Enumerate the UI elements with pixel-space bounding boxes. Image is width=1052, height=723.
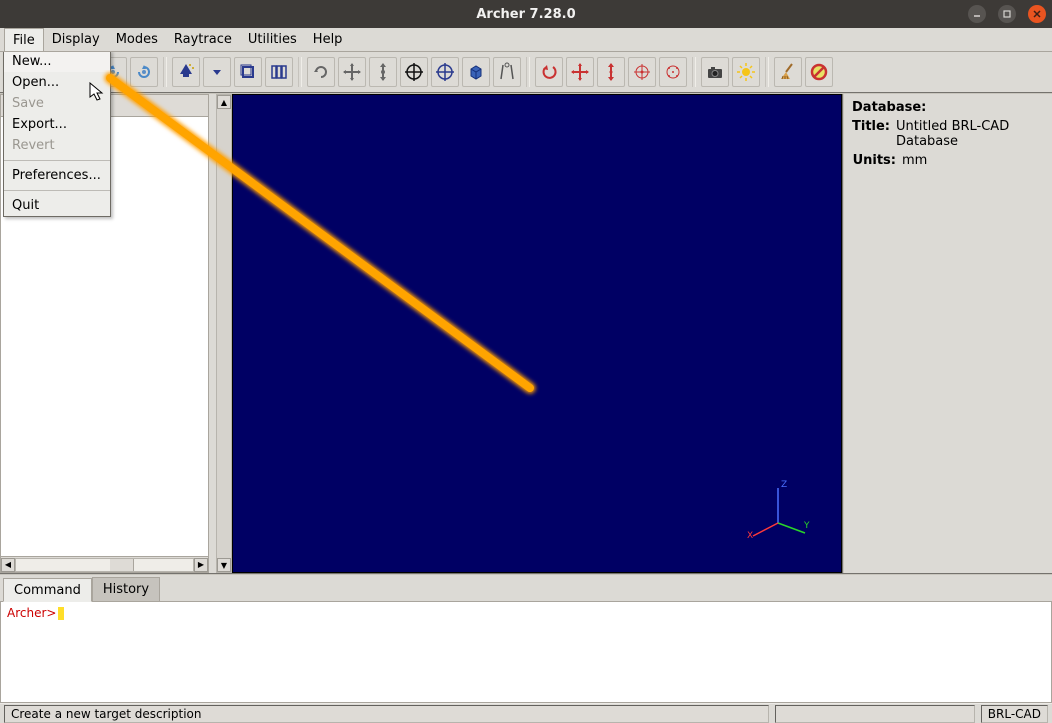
- file-menu-save: Save: [4, 93, 110, 114]
- toolbar-wizard-dropdown[interactable]: [203, 57, 231, 87]
- menu-modes[interactable]: Modes: [108, 28, 166, 51]
- axis-gizmo-icon: Z Y X: [743, 478, 813, 548]
- console-output[interactable]: Archer>: [0, 601, 1052, 703]
- toolbar-separator: [163, 57, 167, 87]
- menu-help[interactable]: Help: [305, 28, 351, 51]
- splitter-vertical[interactable]: [209, 94, 216, 573]
- toolbar-target-points-button[interactable]: [659, 57, 687, 87]
- toolbar-calipers-button[interactable]: [493, 57, 521, 87]
- scroll-thumb[interactable]: [110, 559, 134, 571]
- file-menu-dropdown: New... Open... Save Export... Revert Pre…: [3, 50, 111, 217]
- toolbar-bbox-button[interactable]: [234, 57, 262, 87]
- status-mid: [775, 705, 975, 723]
- console-cursor-icon: [58, 607, 64, 620]
- toolbar-scale-button[interactable]: [369, 57, 397, 87]
- tab-history[interactable]: History: [92, 577, 160, 601]
- status-bar: Create a new target description BRL-CAD: [0, 703, 1052, 723]
- toolbar-sun-button[interactable]: [732, 57, 760, 87]
- database-heading: Database:: [852, 100, 1044, 115]
- titlebar: Archer 7.28.0: [0, 0, 1052, 28]
- window-minimize-button[interactable]: [968, 5, 986, 23]
- toolbar-prohibit-button[interactable]: [805, 57, 833, 87]
- toolbar-ruler-button[interactable]: [265, 57, 293, 87]
- toolbar-cube-button[interactable]: [462, 57, 490, 87]
- menu-display[interactable]: Display: [44, 28, 108, 51]
- console-tabstrip: Command History: [0, 575, 1052, 601]
- file-menu-open[interactable]: Open...: [4, 72, 110, 93]
- menu-raytrace[interactable]: Raytrace: [166, 28, 240, 51]
- axis-z-label: Z: [781, 480, 787, 490]
- toolbar-move-axis-button[interactable]: [597, 57, 625, 87]
- properties-panel: Database: Title: Untitled BRL-CAD Databa…: [842, 94, 1052, 573]
- file-menu-quit[interactable]: Quit: [4, 195, 110, 216]
- file-menu-export[interactable]: Export...: [4, 114, 110, 135]
- toolbar: [0, 52, 1052, 94]
- tab-command[interactable]: Command: [3, 578, 92, 602]
- toolbar-crosshair-front-button[interactable]: [431, 57, 459, 87]
- scroll-left-icon[interactable]: ◀: [1, 558, 15, 572]
- db-title-label: Title:: [852, 119, 890, 149]
- toolbar-move-target-button[interactable]: [628, 57, 656, 87]
- file-menu-preferences[interactable]: Preferences...: [4, 165, 110, 186]
- toolbar-rotate-cw-obj-button[interactable]: [130, 57, 158, 87]
- toolbar-crosshair-button[interactable]: [400, 57, 428, 87]
- file-menu-revert: Revert: [4, 135, 110, 156]
- toolbar-broom-button[interactable]: [774, 57, 802, 87]
- tree-hscrollbar[interactable]: ◀ ▶: [1, 556, 208, 572]
- toolbar-separator: [526, 57, 530, 87]
- console-pane: Command History Archer>: [0, 573, 1052, 703]
- toolbar-separator: [298, 57, 302, 87]
- window-title: Archer 7.28.0: [476, 7, 575, 22]
- scroll-right-icon[interactable]: ▶: [194, 558, 208, 572]
- toolbar-move-button[interactable]: [566, 57, 594, 87]
- file-menu-new[interactable]: New...: [4, 51, 110, 72]
- viewport-3d[interactable]: Z Y X: [232, 94, 842, 573]
- db-units-value: mm: [902, 153, 927, 168]
- db-units-label: Units:: [852, 153, 896, 168]
- axis-y-label: Y: [803, 521, 810, 531]
- db-title-value: Untitled BRL-CAD Database: [896, 119, 1044, 149]
- menu-separator: [4, 160, 110, 161]
- menu-bar: File Display Modes Raytrace Utilities He…: [0, 28, 1052, 52]
- axis-x-label: X: [747, 531, 753, 541]
- console-prompt: Archer>: [7, 606, 56, 620]
- toolbar-cycle-button[interactable]: [307, 57, 335, 87]
- window-close-button[interactable]: [1028, 5, 1046, 23]
- viewport-vscrollbar[interactable]: ▲ ▼: [216, 94, 232, 573]
- toolbar-pan-button[interactable]: [338, 57, 366, 87]
- toolbar-camera-button[interactable]: [701, 57, 729, 87]
- scroll-up-icon[interactable]: ▲: [217, 95, 231, 109]
- toolbar-wizard-button[interactable]: [172, 57, 200, 87]
- toolbar-undo-button[interactable]: [535, 57, 563, 87]
- status-right: BRL-CAD: [981, 705, 1048, 723]
- window-maximize-button[interactable]: [998, 5, 1016, 23]
- toolbar-separator: [765, 57, 769, 87]
- menu-file[interactable]: File: [4, 28, 44, 51]
- menu-separator: [4, 190, 110, 191]
- toolbar-separator: [692, 57, 696, 87]
- menu-utilities[interactable]: Utilities: [240, 28, 305, 51]
- status-left: Create a new target description: [4, 705, 769, 723]
- scroll-down-icon[interactable]: ▼: [217, 558, 231, 572]
